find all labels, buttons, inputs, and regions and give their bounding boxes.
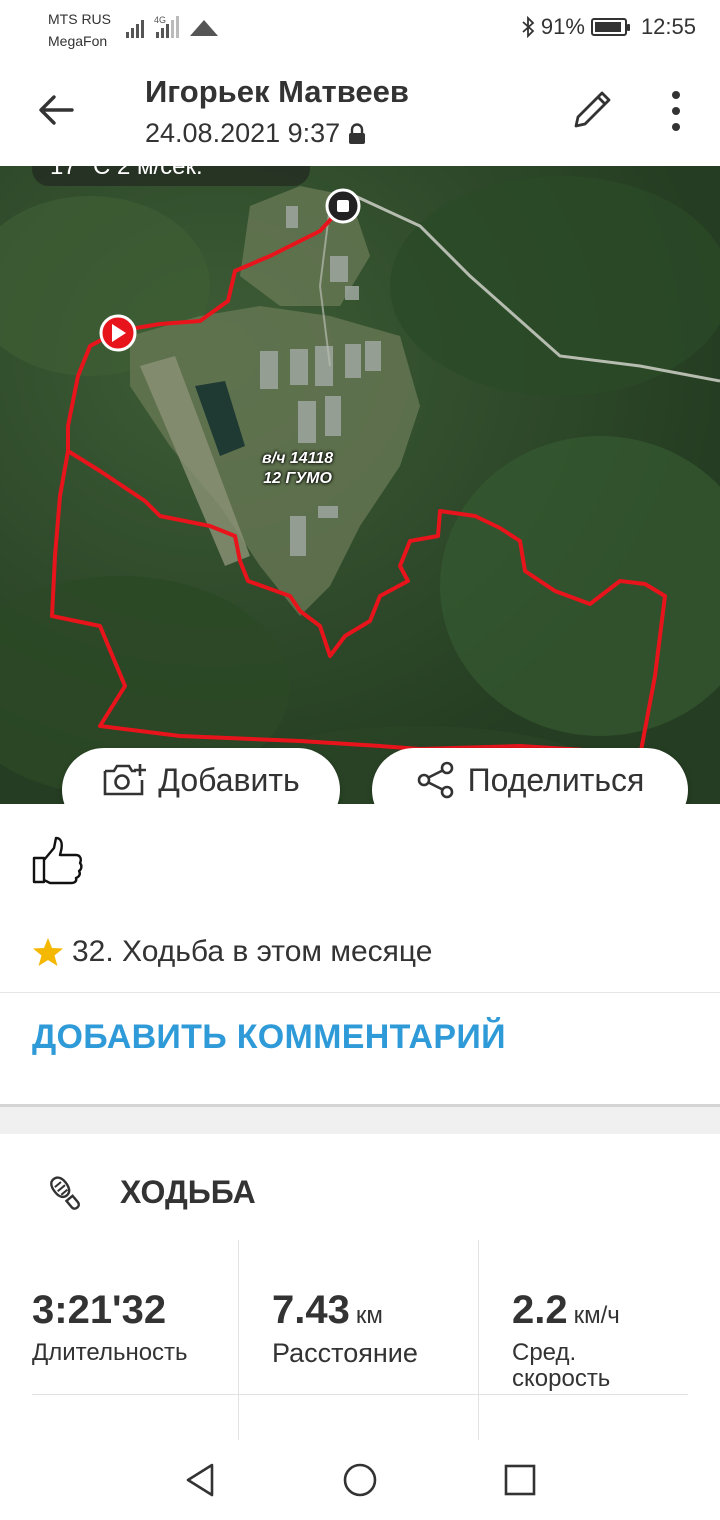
add-photo-icon (103, 764, 147, 796)
achievement-row[interactable]: 32. Ходьба в этом месяце (32, 935, 432, 969)
map-label-line1: в/ч 14118 (262, 450, 334, 467)
battery-percent: 91% (540, 14, 585, 39)
app-header: Игорьек Матвеев 24.08.2021 9:37 (0, 56, 720, 166)
share-button[interactable]: Поделиться (372, 748, 688, 804)
stats-row-divider (32, 1394, 688, 1395)
stat-value: 2.2 (512, 1288, 568, 1332)
stat-avg-speed-label: Сред. скорость (512, 1340, 610, 1392)
carrier-name-primary: MTS RUS (48, 11, 111, 27)
stat-duration: 3:21'32 Длительность (32, 1240, 232, 1396)
weather-chip: 17 °C 2 м/сек. (32, 166, 310, 186)
stat-divider (238, 1240, 239, 1440)
stat-unit: км (355, 1302, 383, 1329)
section-separator (0, 1104, 720, 1134)
stat-value: 3:21'32 (32, 1288, 167, 1332)
stat-distance-label: Расстояние (272, 1338, 418, 1368)
signal-icon: 4G (126, 15, 218, 38)
map-label-line2: 12 ГУМО (263, 470, 332, 487)
stat-distance: 7.43 км Расстояние (272, 1240, 472, 1396)
nav-home-icon[interactable] (342, 1462, 378, 1498)
stat-duration-value: 3:21'32 (32, 1288, 166, 1333)
network-type: 4G (154, 15, 166, 25)
stats-grid: 3:21'32 Длительность 7.43 км Расстояние 2… (0, 1240, 720, 1440)
status-bar: MTS RUS MegaFon 4G 91% 12:55 (0, 0, 720, 56)
add-photo-button[interactable]: Добавить (62, 748, 340, 804)
system-navigation-bar (0, 1440, 720, 1520)
stat-duration-label: Длительность (32, 1339, 188, 1366)
map-place-label: в/ч 14118 12 ГУМО (262, 449, 333, 489)
stat-avg-speed: 2.2 км/ч Сред. скорость (512, 1240, 702, 1396)
lock-icon (349, 122, 366, 144)
edit-pencil-icon[interactable] (570, 86, 616, 132)
status-right: 91% 12:55 (521, 14, 696, 40)
more-options-icon[interactable] (664, 88, 688, 134)
add-photo-label: Добавить (158, 761, 300, 798)
datetime-text: 24.08.2021 9:37 (145, 118, 341, 148)
activity-header: ХОДЬБА (0, 1134, 720, 1244)
activity-type: ХОДЬБА (120, 1174, 256, 1210)
shoe-print-icon (50, 1176, 80, 1210)
nav-recent-apps-icon[interactable] (504, 1464, 536, 1496)
workout-datetime: 24.08.2021 9:37 (145, 118, 366, 149)
nav-back-icon[interactable] (184, 1462, 216, 1498)
route-map[interactable]: 17 °C 2 м/сек. в/ч 14118 12 ГУМО Добавит… (0, 166, 720, 804)
stat-value: 7.43 (272, 1288, 350, 1332)
carrier-name-secondary: MegaFon (48, 33, 108, 49)
stat-label-line2: скорость (512, 1365, 611, 1392)
carrier-info: MTS RUS MegaFon (48, 8, 111, 52)
stat-label-line1: Сред. (512, 1339, 577, 1366)
clock: 12:55 (640, 14, 696, 39)
battery-icon (590, 18, 630, 36)
star-icon (33, 938, 63, 966)
bluetooth-icon (522, 16, 535, 38)
stat-unit: км/ч (573, 1302, 620, 1329)
route-end-marker (325, 188, 361, 224)
thumbs-up-icon[interactable] (30, 834, 84, 888)
add-comment-button[interactable]: ДОБАВИТЬ КОММЕНТАРИЙ (32, 1018, 506, 1057)
achievement-text: 32. Ходьба в этом месяце (72, 935, 433, 968)
satellite-map-background (0, 166, 720, 804)
back-arrow-icon[interactable] (36, 90, 76, 130)
divider (0, 992, 720, 993)
athlete-name: Игорьек Матвеев (145, 74, 409, 109)
stat-avg-speed-value: 2.2 км/ч (512, 1288, 620, 1333)
stat-divider (478, 1240, 479, 1440)
stat-distance-value: 7.43 км (272, 1288, 383, 1333)
share-label: Поделиться (467, 761, 645, 798)
route-start-marker (99, 314, 137, 352)
share-icon (417, 761, 453, 799)
